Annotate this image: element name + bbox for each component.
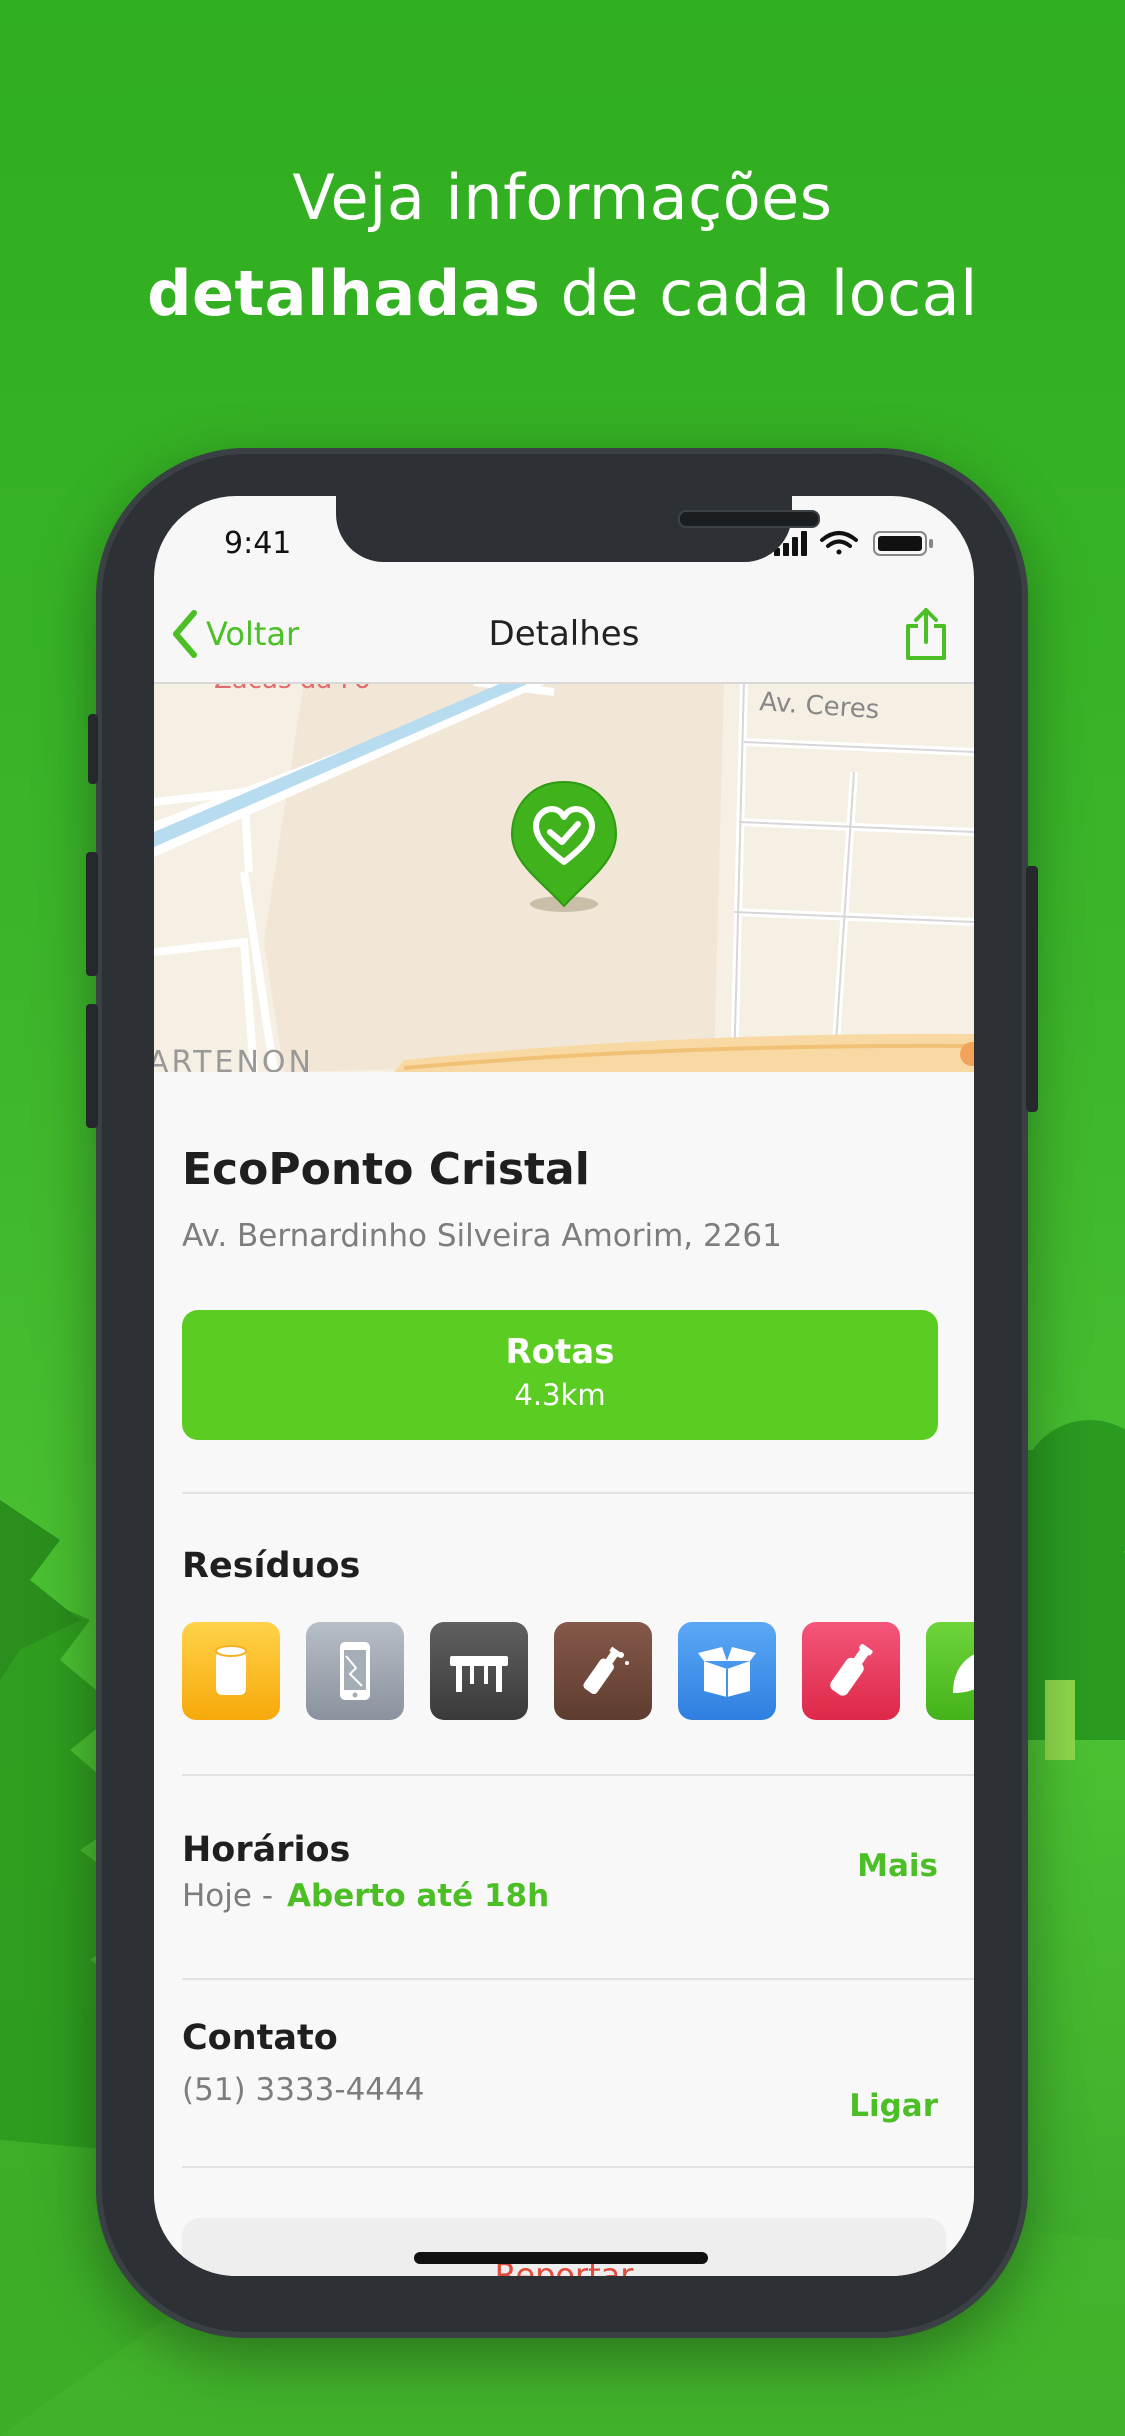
plastic-bottle-icon bbox=[830, 1644, 873, 1696]
hours-open-status: Aberto até 18h bbox=[287, 1878, 550, 1914]
divider bbox=[182, 1978, 974, 1980]
contact-phone: (51) 3333-4444 bbox=[182, 2072, 425, 2108]
power-button bbox=[1026, 866, 1038, 1112]
place-title: EcoPonto Cristal bbox=[182, 1144, 590, 1195]
divider bbox=[182, 1774, 974, 1776]
waste-section-title: Resíduos bbox=[182, 1546, 361, 1586]
details-content: EcoPonto Cristal Av. Bernardinho Silveir… bbox=[154, 1072, 974, 2276]
headline-bold: detalhadas bbox=[147, 257, 541, 330]
routes-label: Rotas bbox=[505, 1332, 615, 1372]
waste-item-oil[interactable] bbox=[554, 1622, 652, 1720]
report-button[interactable]: Reportar bbox=[182, 2218, 946, 2276]
waste-types-list[interactable] bbox=[182, 1622, 974, 1722]
waste-item-cardboard[interactable] bbox=[678, 1622, 776, 1720]
speaker bbox=[678, 510, 820, 528]
nav-title: Detalhes bbox=[488, 614, 640, 654]
hours-more-button[interactable]: Mais bbox=[857, 1848, 938, 1884]
home-indicator[interactable] bbox=[414, 2252, 708, 2264]
oil-bottle-icon bbox=[583, 1646, 629, 1695]
headline: Veja informações detalhadas de cada loca… bbox=[0, 150, 1125, 342]
can-icon bbox=[215, 1645, 247, 1695]
hours-today-line: Hoje - Aberto até 18h bbox=[182, 1878, 549, 1914]
waste-item-furniture[interactable] bbox=[430, 1622, 528, 1720]
box-icon bbox=[698, 1647, 756, 1697]
wifi-icon bbox=[820, 531, 858, 555]
volume-up-button bbox=[86, 852, 98, 976]
waste-item-electronics[interactable] bbox=[306, 1622, 404, 1720]
notch bbox=[336, 496, 820, 562]
call-button[interactable]: Ligar bbox=[849, 2088, 938, 2124]
routes-button[interactable]: Rotas 4.3km bbox=[182, 1310, 938, 1440]
waste-item-plastic[interactable] bbox=[802, 1622, 900, 1720]
mute-switch bbox=[88, 714, 98, 784]
leaf-icon bbox=[953, 1654, 974, 1693]
broken-phone-icon bbox=[340, 1642, 370, 1700]
headline-line2: detalhadas de cada local bbox=[0, 246, 1125, 342]
map-canvas: Zacas da Fo Av. Ceres ARTENON bbox=[154, 682, 974, 1072]
navigation-bar: Voltar Detalhes bbox=[154, 586, 974, 684]
phone-screen: 9:41 Voltar Detalhes Av. Ceres ARTENON E… bbox=[154, 496, 974, 2276]
routes-distance: 4.3km bbox=[514, 1378, 606, 1412]
hours-today-label: Hoje - bbox=[182, 1878, 274, 1914]
hours-section-title: Horários bbox=[182, 1830, 351, 1870]
contact-section-title: Contato bbox=[182, 2018, 338, 2058]
battery-icon bbox=[873, 531, 933, 556]
share-icon[interactable] bbox=[904, 606, 948, 662]
headline-rest: de cada local bbox=[540, 257, 978, 330]
divider bbox=[182, 2166, 974, 2168]
status-icons bbox=[774, 531, 933, 556]
map-label-street2: ARTENON bbox=[154, 1045, 314, 1072]
status-time: 9:41 bbox=[224, 526, 292, 561]
waste-item-organic[interactable] bbox=[926, 1622, 974, 1720]
table-icon bbox=[450, 1656, 508, 1692]
volume-down-button bbox=[86, 1004, 98, 1128]
map-view[interactable]: Zacas da Fo Av. Ceres ARTENON bbox=[154, 682, 974, 1072]
place-address: Av. Bernardinho Silveira Amorim, 2261 bbox=[182, 1218, 782, 1254]
waste-item-can[interactable] bbox=[182, 1622, 280, 1720]
headline-line1: Veja informações bbox=[292, 161, 833, 234]
divider bbox=[182, 1492, 974, 1494]
